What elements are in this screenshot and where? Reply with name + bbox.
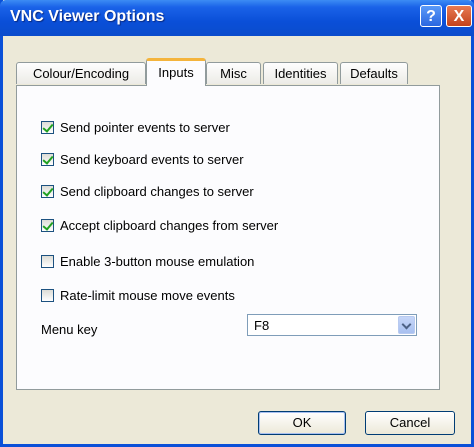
option-accept-clipboard[interactable]: Accept clipboard changes from server [41, 216, 278, 234]
checkbox-3button-emulation[interactable] [41, 254, 54, 268]
checkbox-send-clipboard[interactable] [41, 184, 54, 198]
chevron-down-icon[interactable] [398, 316, 415, 334]
cancel-button[interactable]: Cancel [365, 411, 455, 435]
option-send-pointer[interactable]: Send pointer events to server [41, 118, 230, 136]
menu-key-label: Menu key [41, 322, 98, 337]
checkbox-send-pointer[interactable] [41, 120, 54, 134]
option-label: Send clipboard changes to server [60, 183, 254, 199]
menu-key-select[interactable]: F8 [247, 314, 417, 336]
tab-defaults[interactable]: Defaults [340, 62, 408, 84]
checkbox-rate-limit[interactable] [41, 288, 54, 302]
option-send-keyboard[interactable]: Send keyboard events to server [41, 150, 244, 168]
option-rate-limit[interactable]: Rate-limit mouse move events [41, 286, 235, 304]
title-bar[interactable]: VNC Viewer Options ? X [0, 0, 474, 36]
option-label: Send keyboard events to server [60, 151, 244, 167]
option-label: Accept clipboard changes from server [60, 217, 279, 233]
menu-key-value: F8 [254, 318, 270, 333]
option-send-clipboard[interactable]: Send clipboard changes to server [41, 182, 254, 200]
ok-button[interactable]: OK [258, 411, 346, 435]
close-button[interactable]: X [446, 5, 472, 27]
option-label: Rate-limit mouse move events [60, 287, 235, 303]
checkbox-accept-clipboard[interactable] [41, 218, 54, 232]
window-title: VNC Viewer Options [10, 8, 165, 25]
option-label: Enable 3-button mouse emulation [60, 253, 255, 269]
option-3button-emulation[interactable]: Enable 3-button mouse emulation [41, 252, 254, 270]
tab-inputs[interactable]: Inputs [146, 58, 206, 86]
checkbox-send-keyboard[interactable] [41, 152, 54, 166]
tab-colour-encoding[interactable]: Colour/Encoding [16, 62, 146, 84]
help-button[interactable]: ? [420, 5, 442, 27]
option-label: Send pointer events to server [60, 119, 230, 135]
tab-misc[interactable]: Misc [206, 62, 261, 84]
tab-identities[interactable]: Identities [263, 62, 338, 84]
inputs-panel: Send pointer events to server Send keybo… [16, 85, 440, 390]
